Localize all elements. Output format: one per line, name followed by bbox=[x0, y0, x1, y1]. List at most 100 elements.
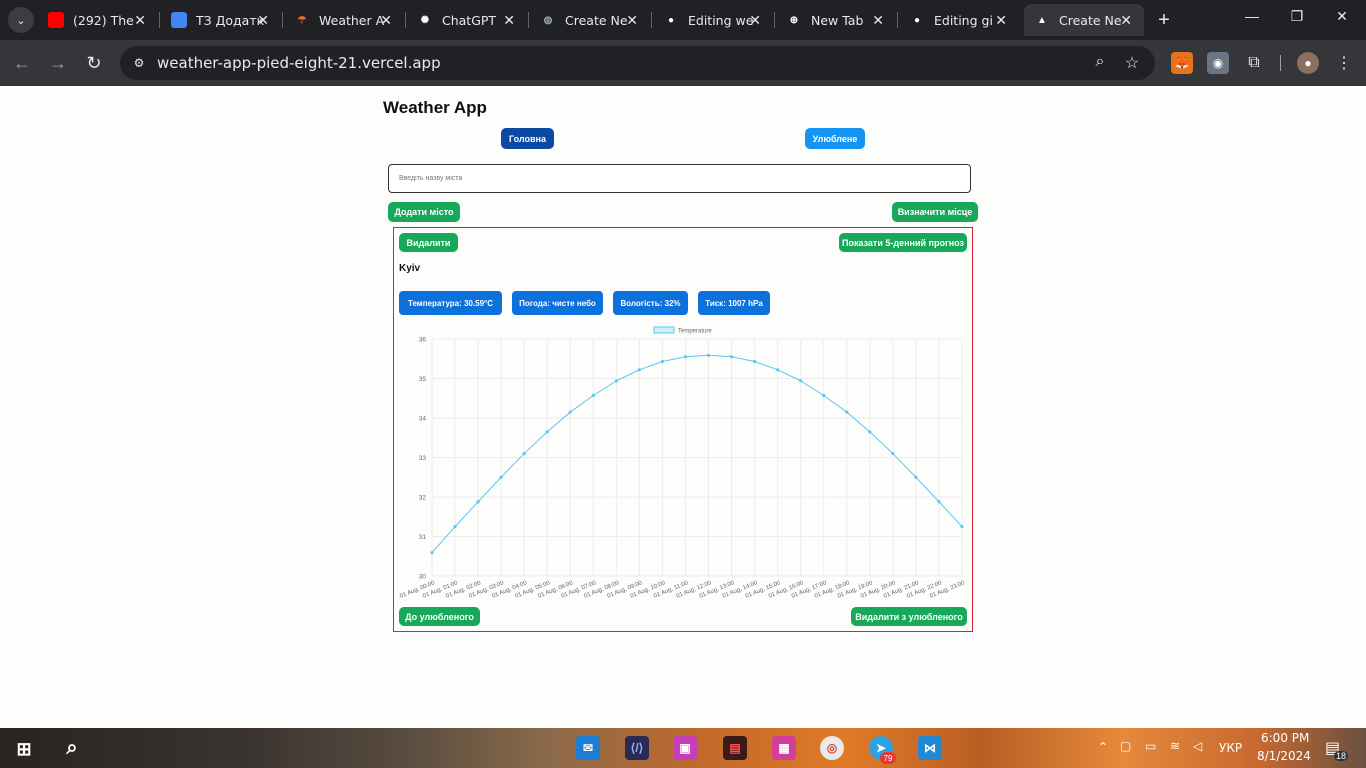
search-icon[interactable]: ⌕ bbox=[60, 736, 84, 760]
remove-from-favorites-button[interactable]: Видалити з улюбленого bbox=[851, 607, 967, 626]
browser-tab[interactable]: ⊕ New Tab ✕ bbox=[776, 4, 896, 36]
tab-title: New Tab bbox=[811, 12, 864, 28]
notifications-count: 18 bbox=[1334, 751, 1349, 761]
data-point bbox=[499, 475, 503, 479]
data-point bbox=[729, 355, 734, 359]
tab-close-icon[interactable]: ✕ bbox=[626, 12, 638, 29]
tab-close-icon[interactable]: ✕ bbox=[749, 12, 761, 29]
tray-chevron-icon[interactable]: ⌃ bbox=[1098, 740, 1108, 754]
browser-tab[interactable]: ◍ Create Ne ✕ bbox=[530, 4, 650, 36]
close-window-icon[interactable]: ✕ bbox=[1327, 8, 1357, 25]
data-point bbox=[822, 393, 826, 398]
url-text[interactable]: weather-app-pied-eight-21.vercel.app bbox=[157, 54, 441, 72]
chatgpt-icon: ✺ bbox=[420, 14, 430, 26]
browser-tab[interactable]: ▶ (292) The ✕ bbox=[38, 4, 158, 36]
tab-title: Create Ne bbox=[1059, 12, 1122, 28]
dev-tool-icon[interactable]: ⟨/⟩ bbox=[625, 736, 649, 760]
github-icon: ● bbox=[913, 14, 921, 26]
temperature-chart-svg: 3635343332313001 Aug, 00:0001 Aug, 01:00… bbox=[399, 326, 966, 600]
tab-title: (292) The bbox=[73, 12, 134, 28]
detect-location-button[interactable]: Визначити місце bbox=[892, 202, 978, 222]
browser-tab[interactable]: ☂ Weather A ✕ bbox=[284, 4, 404, 36]
site-settings-icon[interactable]: ⚙ bbox=[130, 54, 148, 72]
browser-tab[interactable]: ≡ ТЗ Додатк ✕ bbox=[161, 4, 281, 36]
tab-title: Create Ne bbox=[565, 12, 628, 28]
pressure-badge: Тиск: 1007 hPa bbox=[698, 291, 770, 315]
data-point bbox=[568, 410, 572, 414]
y-tick-label: 32 bbox=[419, 495, 427, 502]
data-point bbox=[614, 379, 618, 383]
browser-tab[interactable]: ▲ Create Ne ✕ bbox=[1024, 4, 1144, 36]
bookmark-star-icon[interactable]: ☆ bbox=[1122, 53, 1142, 73]
clock-time[interactable]: 6:00 PM bbox=[1261, 731, 1309, 745]
chrome-icon[interactable]: ◎ bbox=[820, 736, 844, 760]
volume-icon[interactable]: ◁ bbox=[1193, 739, 1202, 753]
browser-tab[interactable]: ✺ ChatGPT ✕ bbox=[407, 4, 527, 36]
mail-icon[interactable]: ✉ bbox=[576, 736, 600, 760]
tab-close-icon[interactable]: ✕ bbox=[134, 12, 146, 29]
address-bar[interactable]: ⚙ weather-app-pied-eight-21.vercel.app ⌕… bbox=[120, 46, 1155, 80]
tab-close-icon[interactable]: ✕ bbox=[257, 12, 269, 29]
browser-menu-icon[interactable]: ⋮ bbox=[1333, 52, 1355, 74]
show-forecast-button[interactable]: Показати 5-денний прогноз bbox=[839, 233, 967, 252]
weather-icon: ☂ bbox=[297, 14, 307, 26]
minimize-icon[interactable]: — bbox=[1237, 8, 1267, 24]
battery-icon[interactable]: ▭ bbox=[1145, 739, 1156, 753]
metamask-extension-icon[interactable]: 🦊 bbox=[1171, 52, 1193, 74]
favorites-nav-button[interactable]: Улюблене bbox=[805, 128, 865, 149]
wifi-icon[interactable]: ≋ bbox=[1170, 739, 1180, 753]
delete-city-button[interactable]: Видалити bbox=[399, 233, 458, 252]
app-red-icon[interactable]: ▤ bbox=[723, 736, 747, 760]
tab-close-icon[interactable]: ✕ bbox=[503, 12, 515, 29]
add-city-button[interactable]: Додати місто bbox=[388, 202, 460, 222]
new-tab-button[interactable]: + bbox=[1152, 8, 1176, 32]
data-point bbox=[453, 525, 457, 529]
browser-tab[interactable]: ● Editing we ✕ bbox=[653, 4, 773, 36]
extension-owl-icon[interactable]: ◉ bbox=[1207, 52, 1229, 74]
extensions-puzzle-icon[interactable]: ⧉ bbox=[1243, 52, 1265, 74]
city-search-input[interactable] bbox=[388, 164, 971, 193]
profile-avatar[interactable]: ● bbox=[1297, 52, 1319, 74]
tab-title: Weather A bbox=[319, 12, 385, 28]
data-point bbox=[937, 500, 941, 504]
data-point bbox=[891, 451, 895, 456]
tab-close-icon[interactable]: ✕ bbox=[1120, 12, 1132, 29]
clock-date[interactable]: 8/1/2024 bbox=[1257, 749, 1311, 763]
input-language[interactable]: УКР bbox=[1219, 741, 1242, 755]
tab-search-chevron-icon[interactable]: ⌄ bbox=[8, 7, 34, 33]
data-point bbox=[845, 410, 849, 414]
zoom-icon[interactable]: ⌕ bbox=[1090, 53, 1110, 71]
city-name: Kyiv bbox=[399, 263, 421, 274]
back-arrow-icon[interactable]: ← bbox=[10, 51, 34, 75]
reload-icon[interactable]: ↻ bbox=[82, 51, 106, 75]
tab-separator bbox=[528, 12, 529, 28]
windows-start-icon[interactable]: ⊞ bbox=[12, 737, 36, 761]
tab-separator bbox=[774, 12, 775, 28]
data-point bbox=[522, 451, 526, 456]
y-tick-label: 34 bbox=[419, 416, 427, 423]
tab-title: Editing gi bbox=[934, 12, 993, 28]
forward-arrow-icon[interactable]: → bbox=[46, 51, 70, 75]
telegram-badge: 79 bbox=[880, 752, 896, 764]
temperature-chart: 36 35 34 33 32 31 30 01 Aug, 00:00 01 Aug, 01:00… bbox=[398, 322, 968, 608]
restore-icon[interactable]: ❐ bbox=[1282, 8, 1312, 25]
app-purple-icon[interactable]: ▣ bbox=[673, 736, 697, 760]
tray-app-icon[interactable]: ▢ bbox=[1120, 739, 1131, 753]
tab-title: Editing we bbox=[688, 12, 754, 28]
browser-tab[interactable]: ● Editing gi ✕ bbox=[899, 4, 1019, 36]
home-nav-button[interactable]: Головна bbox=[501, 128, 554, 149]
tab-close-icon[interactable]: ✕ bbox=[872, 12, 884, 29]
tab-separator bbox=[405, 12, 406, 28]
tab-separator bbox=[897, 12, 898, 28]
data-point bbox=[706, 353, 711, 357]
app-pink-icon[interactable]: ▦ bbox=[772, 736, 796, 760]
tab-separator bbox=[651, 12, 652, 28]
tab-close-icon[interactable]: ✕ bbox=[380, 12, 392, 29]
add-to-favorites-button[interactable]: До улюбленого bbox=[399, 607, 480, 626]
data-point bbox=[660, 359, 665, 364]
vercel-icon: ▲ bbox=[1037, 14, 1047, 26]
vscode-icon[interactable]: ⋈ bbox=[918, 736, 942, 760]
browser-toolbar: ← → ↻ ⚙ weather-app-pied-eight-21.vercel… bbox=[0, 40, 1366, 86]
tab-close-icon[interactable]: ✕ bbox=[995, 12, 1007, 29]
data-point bbox=[637, 368, 641, 372]
